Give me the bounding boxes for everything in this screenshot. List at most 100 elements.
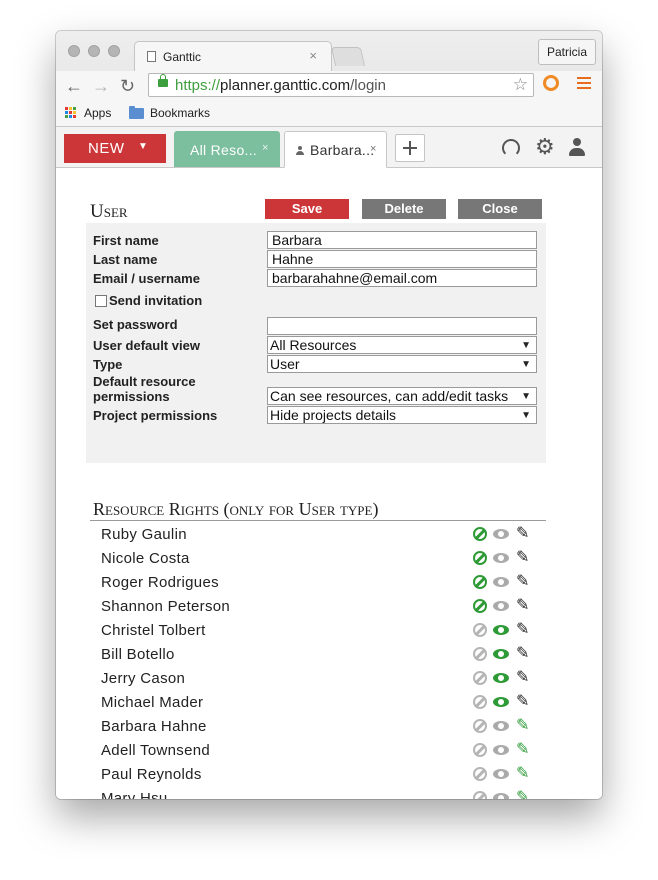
resource-row: Shannon Peterson ✎ (101, 595, 541, 619)
default-view-select[interactable]: All Resources ▼ (267, 336, 537, 354)
account-icon[interactable] (569, 138, 585, 157)
address-bar-row: ← → ↻ https://planner.ganttic.com/login … (56, 71, 602, 101)
resource-name: Bill Botello (101, 646, 175, 663)
eye-icon[interactable] (493, 529, 509, 539)
apps-grid-icon[interactable] (65, 107, 77, 119)
no-access-icon[interactable] (473, 575, 487, 589)
resource-row: Jerry Cason ✎ (101, 667, 541, 691)
tab-barbara[interactable]: Barbara... × (284, 131, 387, 168)
no-access-icon[interactable] (473, 647, 487, 661)
zoom-window-button[interactable] (108, 45, 120, 57)
page-icon (147, 51, 156, 62)
browser-chrome: Ganttic × Patricia ← → ↻ https://planner… (56, 31, 602, 127)
pencil-icon[interactable]: ✎ (516, 526, 529, 542)
eye-icon[interactable] (493, 577, 509, 587)
eye-icon[interactable] (493, 745, 509, 755)
back-arrow-icon[interactable]: ← (65, 75, 83, 97)
eye-icon[interactable] (493, 673, 509, 683)
last-name-field[interactable]: Hahne (267, 250, 537, 268)
chevron-down-icon: ▼ (521, 410, 531, 421)
save-button[interactable]: Save (265, 199, 349, 219)
no-access-icon[interactable] (473, 767, 487, 781)
pencil-icon[interactable]: ✎ (516, 574, 529, 590)
url-text: https://planner.ganttic.com/login (175, 77, 386, 94)
pencil-icon[interactable]: ✎ (516, 670, 529, 686)
no-access-icon[interactable] (473, 551, 487, 565)
eye-icon[interactable] (493, 793, 509, 799)
delete-button[interactable]: Delete (362, 199, 446, 219)
eye-icon[interactable] (493, 649, 509, 659)
tab-close-icon[interactable]: × (370, 143, 376, 155)
resource-row: Mary Hsu ✎ (101, 787, 541, 799)
close-window-button[interactable] (68, 45, 80, 57)
first-name-field[interactable]: Barbara (267, 231, 537, 249)
no-access-icon[interactable] (473, 527, 487, 541)
eye-icon[interactable] (493, 625, 509, 635)
email-field[interactable]: barbarahahne@email.com (267, 269, 537, 287)
no-access-icon[interactable] (473, 671, 487, 685)
resource-row: Barbara Hahne ✎ (101, 715, 541, 739)
chevron-down-icon: ▼ (521, 391, 531, 402)
default-view-label: User default view (93, 338, 200, 353)
resource-name: Mary Hsu (101, 790, 168, 799)
eye-icon[interactable] (493, 553, 509, 563)
extension-icon[interactable] (543, 75, 559, 91)
resource-name: Barbara Hahne (101, 718, 207, 735)
browser-menu-icon[interactable] (577, 77, 591, 89)
resource-permissions-label: Default resource permissions (93, 374, 196, 404)
pencil-icon[interactable]: ✎ (516, 598, 529, 614)
tab-all-resources[interactable]: All Reso... × (174, 131, 280, 167)
send-invitation-checkbox[interactable] (95, 295, 107, 307)
pencil-icon[interactable]: ✎ (516, 718, 529, 734)
no-access-icon[interactable] (473, 719, 487, 733)
pencil-icon[interactable]: ✎ (516, 742, 529, 758)
resource-permissions-value: Can see resources, can add/edit tasks (270, 388, 509, 404)
no-access-icon[interactable] (473, 599, 487, 613)
lock-icon (158, 74, 168, 87)
email-label: Email / username (93, 271, 200, 286)
profile-button[interactable]: Patricia (537, 39, 596, 65)
new-button[interactable]: NEW ▼ (64, 134, 166, 163)
add-tab-button[interactable] (395, 134, 425, 162)
new-browser-tab-button[interactable] (330, 47, 366, 66)
bookmark-star-icon[interactable]: ☆ (513, 75, 528, 95)
minimize-window-button[interactable] (88, 45, 100, 57)
new-button-label: NEW (88, 140, 125, 157)
tab-close-icon[interactable]: × (262, 142, 268, 154)
resource-permissions-select[interactable]: Can see resources, can add/edit tasks ▼ (267, 387, 537, 405)
no-access-icon[interactable] (473, 695, 487, 709)
resource-row: Nicole Costa ✎ (101, 547, 541, 571)
bookmark-folder[interactable]: Bookmarks (150, 106, 210, 120)
folder-icon (129, 106, 144, 119)
forward-arrow-icon[interactable]: → (92, 75, 110, 97)
pencil-icon[interactable]: ✎ (516, 694, 529, 710)
eye-icon[interactable] (493, 697, 509, 707)
gear-icon[interactable]: ⚙ (535, 135, 555, 159)
close-button[interactable]: Close (458, 199, 542, 219)
pencil-icon[interactable]: ✎ (516, 766, 529, 782)
send-invitation-label: Send invitation (109, 293, 203, 308)
tab-label: Barbara... (310, 142, 375, 158)
type-select[interactable]: User ▼ (267, 355, 537, 373)
url-input[interactable]: https://planner.ganttic.com/login ☆ (148, 73, 534, 97)
reload-icon[interactable]: ↻ (120, 75, 135, 97)
headset-icon[interactable] (502, 139, 520, 157)
browser-tab-close-icon[interactable]: × (309, 48, 317, 63)
browser-tab-ganttic[interactable]: Ganttic × (134, 41, 332, 72)
pencil-icon[interactable]: ✎ (516, 790, 529, 800)
eye-icon[interactable] (493, 721, 509, 731)
pencil-icon[interactable]: ✎ (516, 622, 529, 638)
main-content: User Save Delete Close First name Barbar… (56, 168, 602, 799)
pencil-icon[interactable]: ✎ (516, 646, 529, 662)
eye-icon[interactable] (493, 769, 509, 779)
eye-icon[interactable] (493, 601, 509, 611)
no-access-icon[interactable] (473, 623, 487, 637)
pencil-icon[interactable]: ✎ (516, 550, 529, 566)
no-access-icon[interactable] (473, 791, 487, 799)
resource-name: Christel Tolbert (101, 622, 206, 639)
no-access-icon[interactable] (473, 743, 487, 757)
bookmark-apps[interactable]: Apps (84, 106, 111, 120)
tab-label: All Reso... (190, 142, 258, 158)
password-field[interactable] (267, 317, 537, 335)
project-permissions-select[interactable]: Hide projects details ▼ (267, 406, 537, 424)
